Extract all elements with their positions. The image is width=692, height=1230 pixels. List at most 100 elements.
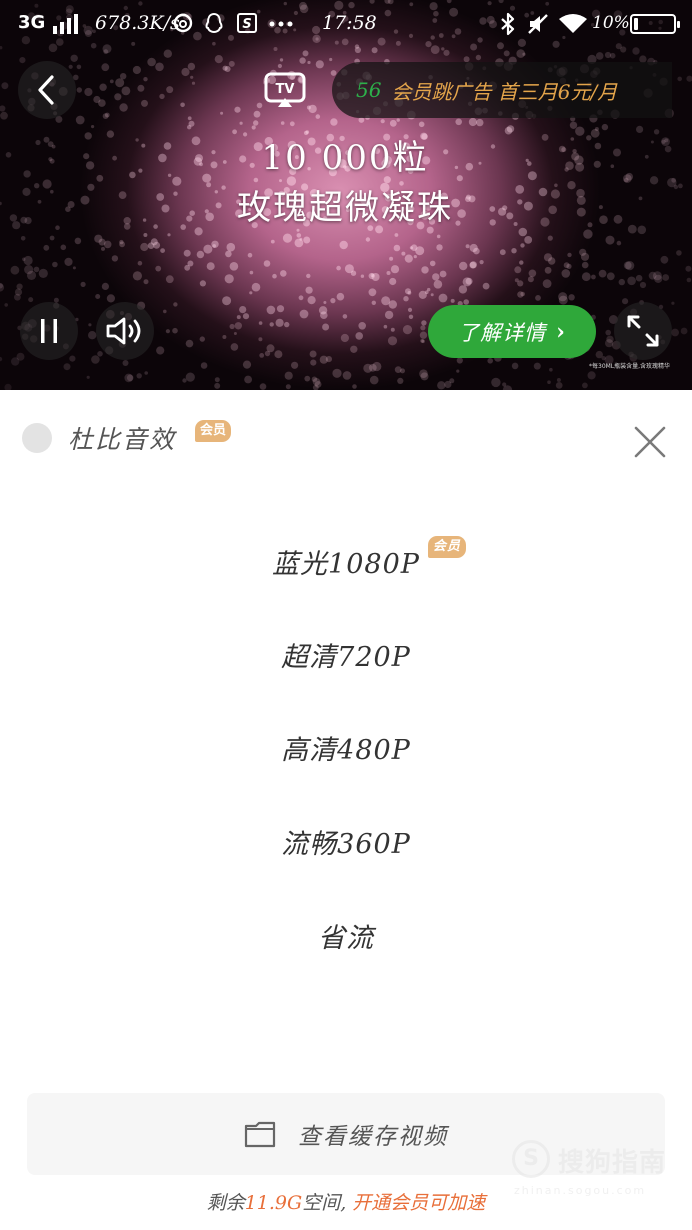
bead-texture bbox=[605, 329, 611, 336]
bead-texture bbox=[123, 223, 131, 230]
bead-texture bbox=[609, 52, 616, 59]
s-app-icon: S bbox=[236, 12, 258, 38]
bead-texture bbox=[156, 346, 165, 355]
mute-icon bbox=[526, 12, 550, 38]
bead-texture bbox=[124, 373, 133, 383]
close-button[interactable] bbox=[630, 422, 670, 462]
bead-texture bbox=[96, 174, 104, 182]
bead-texture bbox=[163, 309, 167, 314]
bead-texture bbox=[106, 294, 115, 303]
bead-texture bbox=[627, 276, 636, 286]
bead-texture bbox=[273, 47, 278, 51]
bead-texture bbox=[120, 73, 127, 80]
fullscreen-icon bbox=[627, 315, 659, 347]
bead-texture bbox=[296, 233, 302, 238]
bead-texture bbox=[605, 339, 614, 348]
bead-texture bbox=[355, 332, 364, 340]
bead-texture bbox=[143, 279, 149, 285]
dolby-toggle[interactable] bbox=[22, 423, 52, 453]
bead-texture bbox=[390, 327, 395, 332]
bead-texture bbox=[581, 261, 589, 269]
bead-texture bbox=[566, 263, 572, 269]
bead-texture bbox=[111, 255, 119, 262]
bead-texture bbox=[405, 288, 411, 295]
quality-option-label: 流畅360P bbox=[281, 829, 411, 860]
bead-texture bbox=[581, 272, 591, 282]
bead-texture bbox=[407, 307, 413, 312]
bead-texture bbox=[575, 162, 585, 172]
quality-option-label: 省流 bbox=[318, 923, 374, 954]
bead-texture bbox=[524, 236, 533, 244]
bead-texture bbox=[185, 372, 195, 382]
upgrade-vip-link[interactable]: 开通会员可加速 bbox=[352, 1192, 485, 1214]
bead-texture bbox=[299, 309, 309, 319]
bead-texture bbox=[372, 361, 382, 372]
bead-texture bbox=[136, 373, 142, 379]
learn-more-button[interactable]: 了解详情 › bbox=[428, 305, 596, 358]
bead-texture bbox=[638, 196, 643, 201]
bead-texture bbox=[419, 331, 428, 339]
volume-button[interactable] bbox=[96, 302, 154, 360]
bead-texture bbox=[167, 233, 171, 237]
bead-texture bbox=[43, 244, 50, 251]
bead-texture bbox=[387, 336, 398, 346]
bead-texture bbox=[606, 272, 615, 281]
quality-option-1080p[interactable]: 蓝光1080P 会员 bbox=[0, 536, 692, 581]
back-button[interactable] bbox=[18, 61, 76, 119]
bead-texture bbox=[115, 78, 125, 88]
bead-texture bbox=[196, 250, 205, 259]
bead-texture bbox=[305, 286, 313, 294]
bead-texture bbox=[76, 87, 83, 93]
quality-option-480p[interactable]: 高清480P bbox=[0, 728, 692, 767]
bead-texture bbox=[55, 225, 60, 230]
bead-texture bbox=[38, 268, 48, 278]
bead-texture bbox=[429, 260, 436, 267]
tv-cast-button[interactable]: TV bbox=[262, 70, 308, 110]
vip-promo-banner[interactable]: 56 会员跳广告 首三月6元/月 bbox=[332, 62, 672, 118]
bead-texture bbox=[275, 318, 284, 327]
fullscreen-button[interactable] bbox=[614, 302, 672, 360]
bead-texture bbox=[550, 189, 561, 199]
bead-texture bbox=[514, 266, 522, 274]
bead-texture bbox=[153, 224, 158, 229]
quality-option-720p[interactable]: 超清720P bbox=[0, 635, 692, 674]
bead-texture bbox=[522, 52, 526, 56]
bead-texture bbox=[371, 47, 378, 54]
bead-texture bbox=[644, 154, 649, 159]
bead-texture bbox=[109, 79, 114, 84]
bead-texture bbox=[618, 278, 625, 286]
bead-texture bbox=[277, 63, 282, 69]
bead-texture bbox=[303, 236, 311, 244]
bead-texture bbox=[91, 125, 95, 129]
quality-option-data-saver[interactable]: 省流 bbox=[0, 916, 692, 955]
bead-texture bbox=[143, 233, 148, 237]
bead-texture bbox=[548, 205, 557, 215]
bead-texture bbox=[664, 138, 669, 143]
bead-texture bbox=[121, 86, 131, 96]
quality-option-360p[interactable]: 流畅360P bbox=[0, 822, 692, 861]
bead-texture bbox=[137, 260, 143, 266]
folder-icon bbox=[244, 1121, 276, 1148]
bead-texture bbox=[75, 115, 85, 125]
bead-texture bbox=[528, 269, 537, 278]
bead-texture bbox=[650, 140, 654, 144]
bead-texture bbox=[538, 187, 548, 197]
bead-texture bbox=[52, 261, 58, 268]
pause-button[interactable] bbox=[20, 302, 78, 360]
video-player[interactable]: 3G 678.3K/s S 17:58 10% TV 56 会员跳广告 首三月6… bbox=[0, 0, 692, 390]
bead-texture bbox=[660, 255, 669, 264]
bead-texture bbox=[336, 265, 341, 271]
bead-texture bbox=[253, 110, 261, 118]
bead-texture bbox=[514, 278, 519, 283]
bead-texture bbox=[284, 321, 290, 328]
bead-texture bbox=[418, 290, 427, 299]
bead-texture bbox=[676, 250, 682, 256]
network-type: 3G bbox=[18, 12, 46, 33]
bead-texture bbox=[244, 375, 253, 384]
bead-texture bbox=[234, 322, 242, 330]
bead-texture bbox=[418, 121, 425, 128]
bead-texture bbox=[51, 144, 56, 149]
bead-texture bbox=[112, 155, 117, 161]
bead-texture bbox=[22, 187, 31, 196]
bead-texture bbox=[594, 142, 602, 150]
